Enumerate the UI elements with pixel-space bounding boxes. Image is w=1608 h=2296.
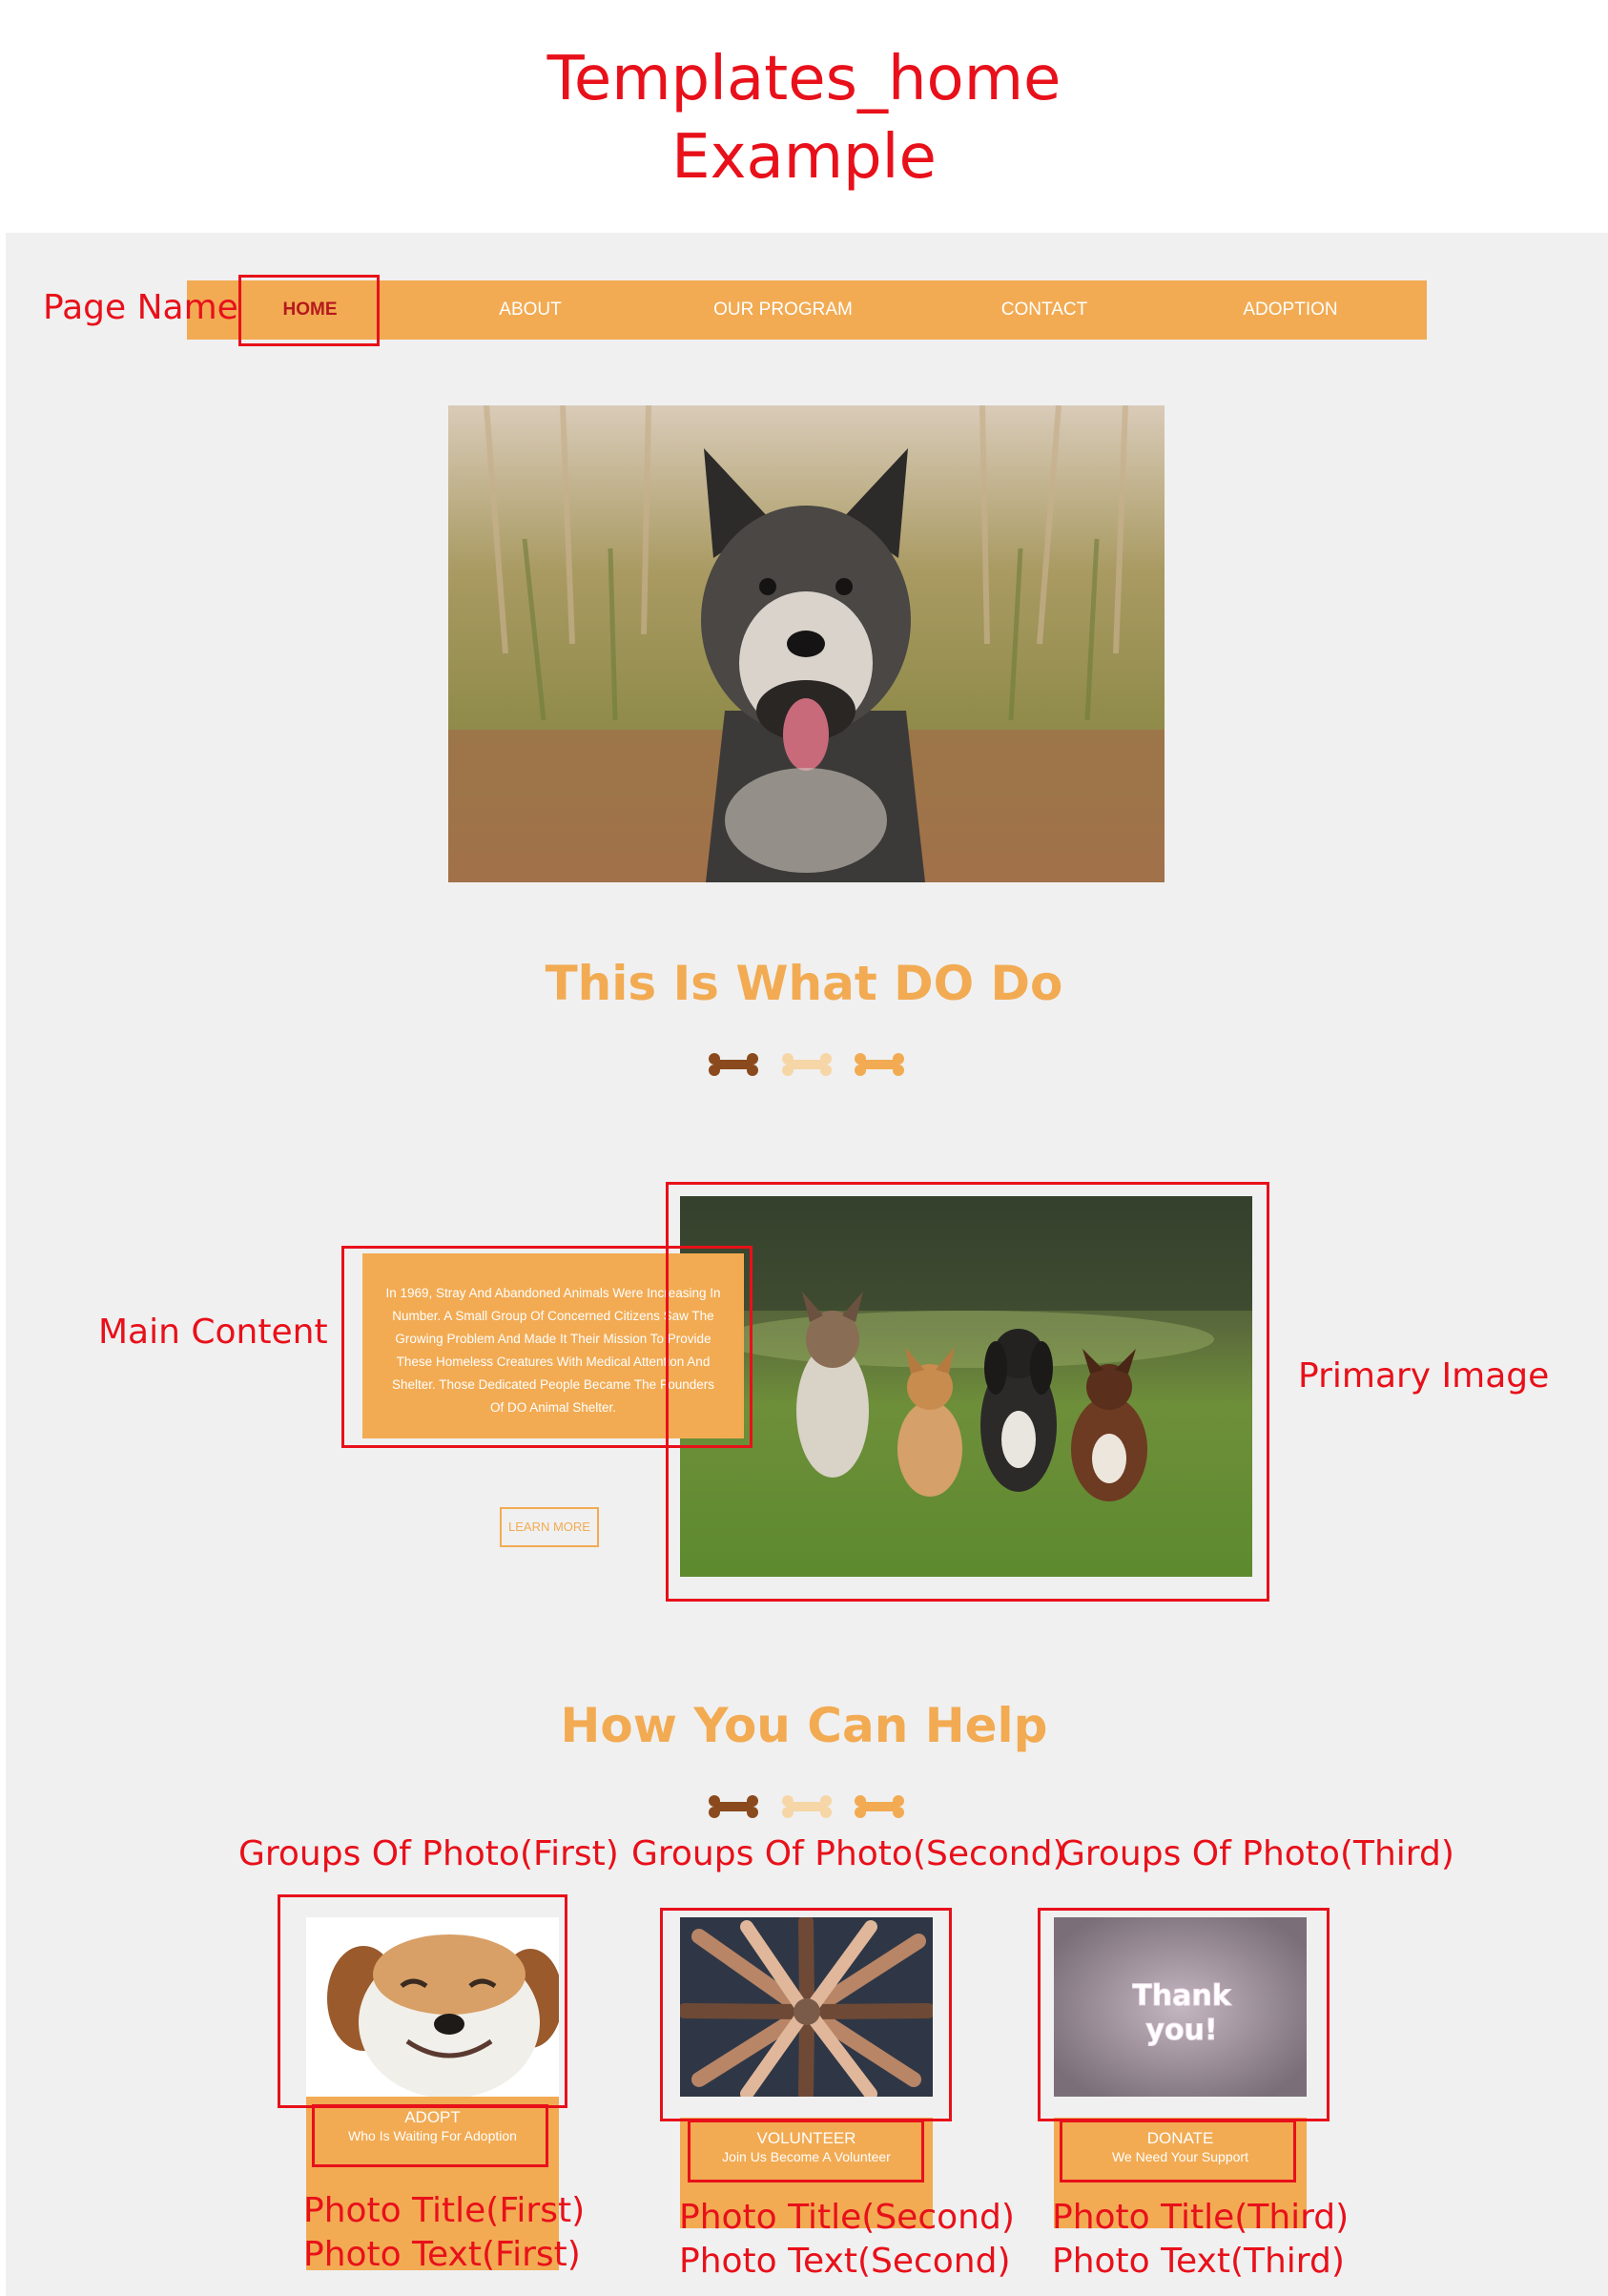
annotation-main-content: Main Content (98, 1313, 328, 1352)
bone-icon (855, 1053, 904, 1076)
doc-title-line1: Templates_home (546, 44, 1062, 114)
annotation-photo-second: Photo Title(Second) Photo Text(Second) (679, 2196, 1015, 2284)
nav-item-adoption[interactable]: ADOPTION (1243, 280, 1337, 340)
annotation-photo-title-third: Photo Title(Third) (1052, 2198, 1350, 2237)
annotation-box-photo-second (660, 1908, 952, 2121)
nav-item-contact[interactable]: CONTACT (1001, 280, 1087, 340)
annotation-primary-image: Primary Image (1298, 1356, 1550, 1396)
annotation-photo-title-second: Photo Title(Second) (679, 2198, 1015, 2237)
learn-more-button[interactable]: LEARN MORE (500, 1507, 599, 1547)
annotation-box-page-name (238, 275, 380, 346)
hero-image (448, 405, 1165, 882)
doc-title: Templates_home Example (0, 40, 1608, 197)
annotation-photo-text-second: Photo Text(Second) (679, 2242, 1011, 2281)
annotation-group-first: Groups Of Photo(First) (238, 1834, 619, 1873)
bone-icon (855, 1795, 904, 1818)
nav-item-about[interactable]: ABOUT (499, 280, 561, 340)
annotation-box-caption-second (688, 2120, 924, 2182)
annotation-group-second: Groups Of Photo(Second) (631, 1834, 1066, 1873)
bone-icon (782, 1053, 832, 1076)
annotation-box-caption-third (1060, 2120, 1296, 2182)
annotation-box-caption-first (312, 2104, 548, 2167)
bone-icon (709, 1053, 758, 1076)
annotation-photo-text-third: Photo Text(Third) (1052, 2242, 1345, 2281)
bone-icon (709, 1795, 758, 1818)
bone-icon (782, 1795, 832, 1818)
annotation-photo-text-first: Photo Text(First) (303, 2235, 581, 2274)
doc-title-line2: Example (671, 122, 937, 193)
annotation-photo-third: Photo Title(Third) Photo Text(Third) (1052, 2196, 1349, 2284)
annotation-box-primary-image (666, 1182, 1269, 1602)
section-title-what-we-do: This Is What DO Do (545, 956, 1063, 1011)
annotation-box-photo-third (1038, 1908, 1330, 2121)
annotation-page-name: Page Name (43, 288, 238, 327)
section-title-how-you-can-help: How You Can Help (560, 1698, 1048, 1753)
annotation-box-photo-first (278, 1894, 567, 2108)
nav-item-our-program[interactable]: OUR PROGRAM (713, 280, 853, 340)
annotation-photo-first: Photo Title(First) Photo Text(First) (303, 2189, 585, 2277)
annotation-group-third: Groups Of Photo(Third) (1059, 1834, 1454, 1873)
annotation-photo-title-first: Photo Title(First) (303, 2191, 586, 2230)
